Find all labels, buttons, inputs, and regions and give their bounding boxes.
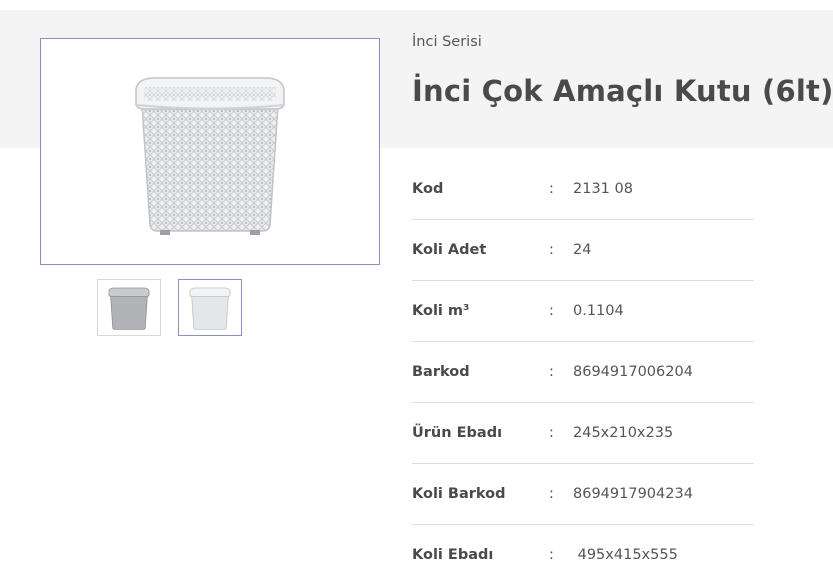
spec-colon: : [549, 181, 554, 197]
spec-colon: : [549, 303, 554, 319]
spec-value: 8694917006204 [573, 364, 693, 380]
spec-row-koli-ebadi: Koli Ebadı : 495x415x555 [412, 525, 754, 586]
thumbnail-2[interactable] [178, 279, 242, 336]
spec-colon: : [549, 242, 554, 258]
spec-row-kod: Kod : 2131 08 [412, 159, 754, 220]
spec-row-koli-m3: Koli m³ : 0.1104 [412, 281, 754, 342]
spec-label: Koli Ebadı [412, 547, 494, 563]
spec-colon: : [549, 425, 554, 441]
spec-value: 245x210x235 [573, 425, 674, 441]
spec-colon: : [549, 364, 554, 380]
basket-image [135, 76, 285, 235]
spec-value: 24 [573, 242, 592, 258]
thumbnail-1[interactable] [97, 279, 161, 336]
spec-row-koli-adet: Koli Adet : 24 [412, 220, 754, 281]
spec-label: Koli Adet [412, 242, 487, 258]
basket-thumbnail-icon [108, 287, 150, 330]
spec-label: Barkod [412, 364, 470, 380]
basket-thumbnail-icon [189, 287, 231, 330]
product-title: İnci Çok Amaçlı Kutu (6lt) [412, 74, 833, 108]
spec-label: Koli Barkod [412, 486, 506, 502]
spec-label: Ürün Ebadı [412, 425, 503, 441]
spec-value: 8694917904234 [573, 486, 693, 502]
spec-value: 2131 08 [573, 181, 633, 197]
spec-value: 495x415x555 [573, 547, 678, 563]
spec-row-koli-barkod: Koli Barkod : 8694917904234 [412, 464, 754, 525]
product-series[interactable]: İnci Serisi [412, 34, 482, 50]
product-image-main[interactable] [40, 38, 380, 265]
spec-value: 0.1104 [573, 303, 624, 319]
spec-label: Kod [412, 181, 444, 197]
spec-colon: : [549, 486, 554, 502]
spec-row-barkod: Barkod : 8694917006204 [412, 342, 754, 403]
spec-table: Kod : 2131 08 Koli Adet : 24 Koli m³ : 0… [412, 159, 754, 586]
spec-row-urun-ebadi: Ürün Ebadı : 245x210x235 [412, 403, 754, 464]
spec-label: Koli m³ [412, 303, 470, 319]
spec-colon: : [549, 547, 554, 563]
